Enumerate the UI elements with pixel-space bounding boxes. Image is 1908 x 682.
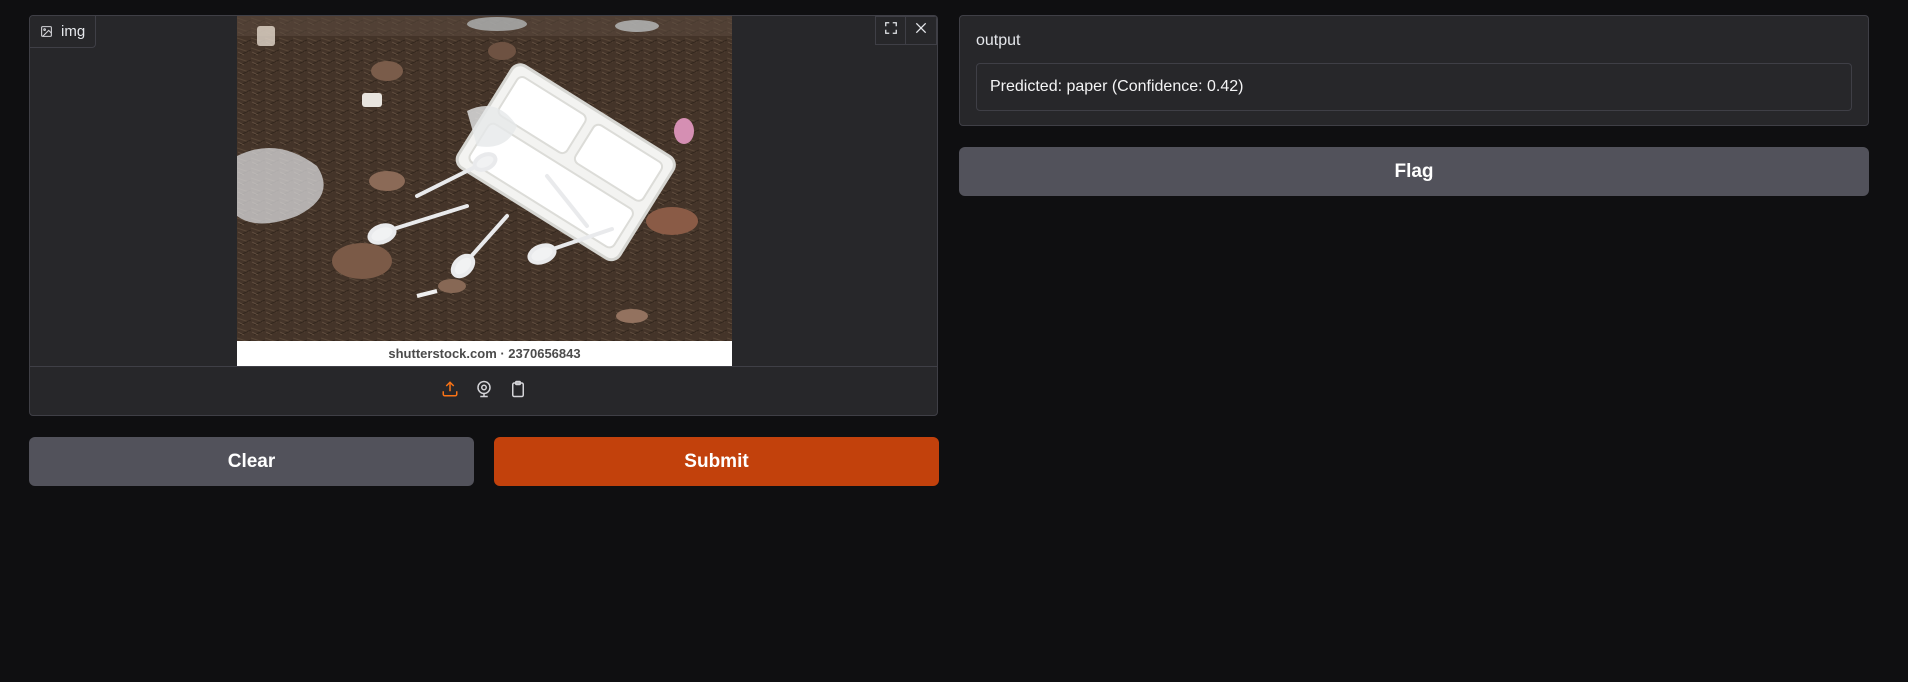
- upload-icon: [441, 380, 459, 403]
- image-icon: [40, 25, 53, 38]
- image-corner-actions: [875, 16, 937, 45]
- clear-image-button[interactable]: [906, 16, 937, 45]
- clipboard-source-button[interactable]: [507, 380, 529, 403]
- output-label: output: [976, 32, 1021, 49]
- image-input-label: img: [30, 16, 97, 48]
- submit-button[interactable]: Submit: [494, 437, 939, 486]
- clear-button[interactable]: Clear: [29, 437, 474, 486]
- webcam-source-button[interactable]: [473, 380, 495, 403]
- app-root: img shutterstock.com · 2370656843 Clear …: [0, 0, 1908, 682]
- image-input-panel: img shutterstock.com · 2370656843: [29, 15, 938, 416]
- image-watermark: shutterstock.com · 2370656843: [237, 341, 732, 366]
- uploaded-image: shutterstock.com · 2370656843: [237, 16, 732, 366]
- image-source-bar: [30, 366, 937, 415]
- image-preview-area[interactable]: shutterstock.com · 2370656843: [30, 16, 937, 366]
- output-textbox[interactable]: Predicted: paper (Confidence: 0.42): [976, 63, 1852, 111]
- close-icon: [914, 21, 928, 40]
- output-panel: output Predicted: paper (Confidence: 0.4…: [959, 15, 1869, 126]
- upload-source-button[interactable]: [439, 381, 461, 403]
- webcam-icon: [475, 380, 493, 403]
- clipboard-icon: [509, 380, 527, 403]
- fullscreen-icon: [884, 21, 898, 40]
- fullscreen-button[interactable]: [875, 16, 906, 45]
- flag-button[interactable]: Flag: [959, 147, 1869, 196]
- image-input-label-text: img: [61, 23, 86, 40]
